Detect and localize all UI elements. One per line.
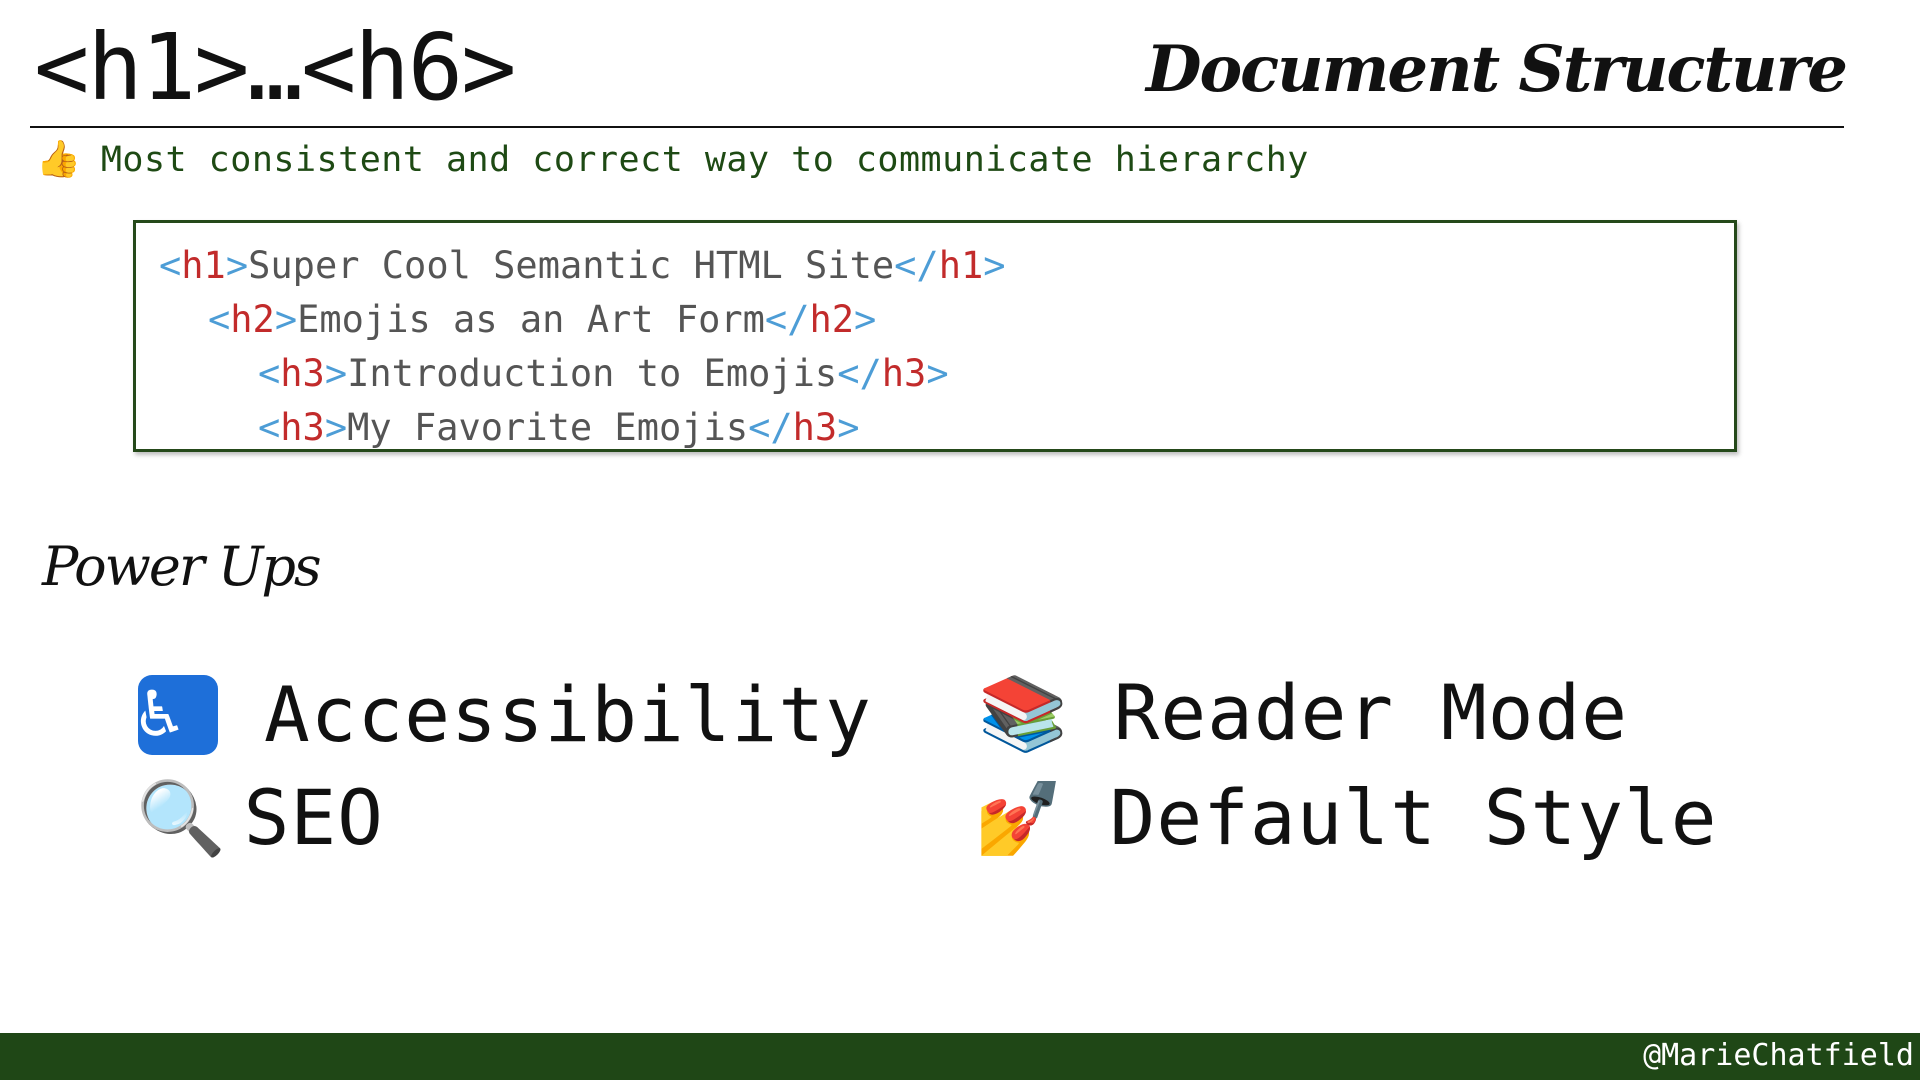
wheelchair-icon: ♿ [138, 675, 218, 755]
power-up-default-style: 💅 Default Style [974, 780, 1717, 856]
thumbs-up-icon: 👍 [36, 139, 81, 180]
code-line: <h2>Emojis as an Art Form</h2> [208, 298, 877, 341]
code-line: <h3>My Favorite Emojis</h3> [258, 406, 860, 449]
power-up-label: Accessibility [264, 670, 872, 759]
power-up-reader-mode: 📚 Reader Mode [978, 675, 1628, 751]
power-up-seo: 🔍 SEO [136, 780, 384, 856]
code-line: <h1>Super Cool Semantic HTML Site</h1> [159, 244, 1006, 287]
title-divider [30, 126, 1844, 128]
power-up-label: Default Style [1109, 773, 1718, 862]
tagline: 👍 Most consistent and correct way to com… [36, 142, 1309, 178]
power-up-label: SEO [243, 773, 384, 862]
author-handle: @MarieChatfield [1643, 1038, 1914, 1073]
books-icon: 📚 [978, 671, 1068, 755]
tagline-text: Most consistent and correct way to commu… [100, 139, 1309, 180]
magnifying-glass-icon: 🔍 [136, 776, 226, 860]
section-label: Document Structure [1145, 32, 1848, 107]
nail-polish-icon: 💅 [974, 776, 1064, 860]
code-example: <h1>Super Cool Semantic HTML Site</h1> <… [133, 220, 1737, 452]
power-ups-heading: Power Ups [42, 535, 322, 598]
power-up-accessibility: ♿ Accessibility [138, 675, 872, 755]
code-line: <h3>Introduction to Emojis</h3> [258, 352, 949, 395]
power-up-label: Reader Mode [1113, 668, 1628, 757]
slide-title: <h1>…<h6> [34, 14, 516, 121]
footer-bar: @MarieChatfield [0, 1033, 1920, 1080]
